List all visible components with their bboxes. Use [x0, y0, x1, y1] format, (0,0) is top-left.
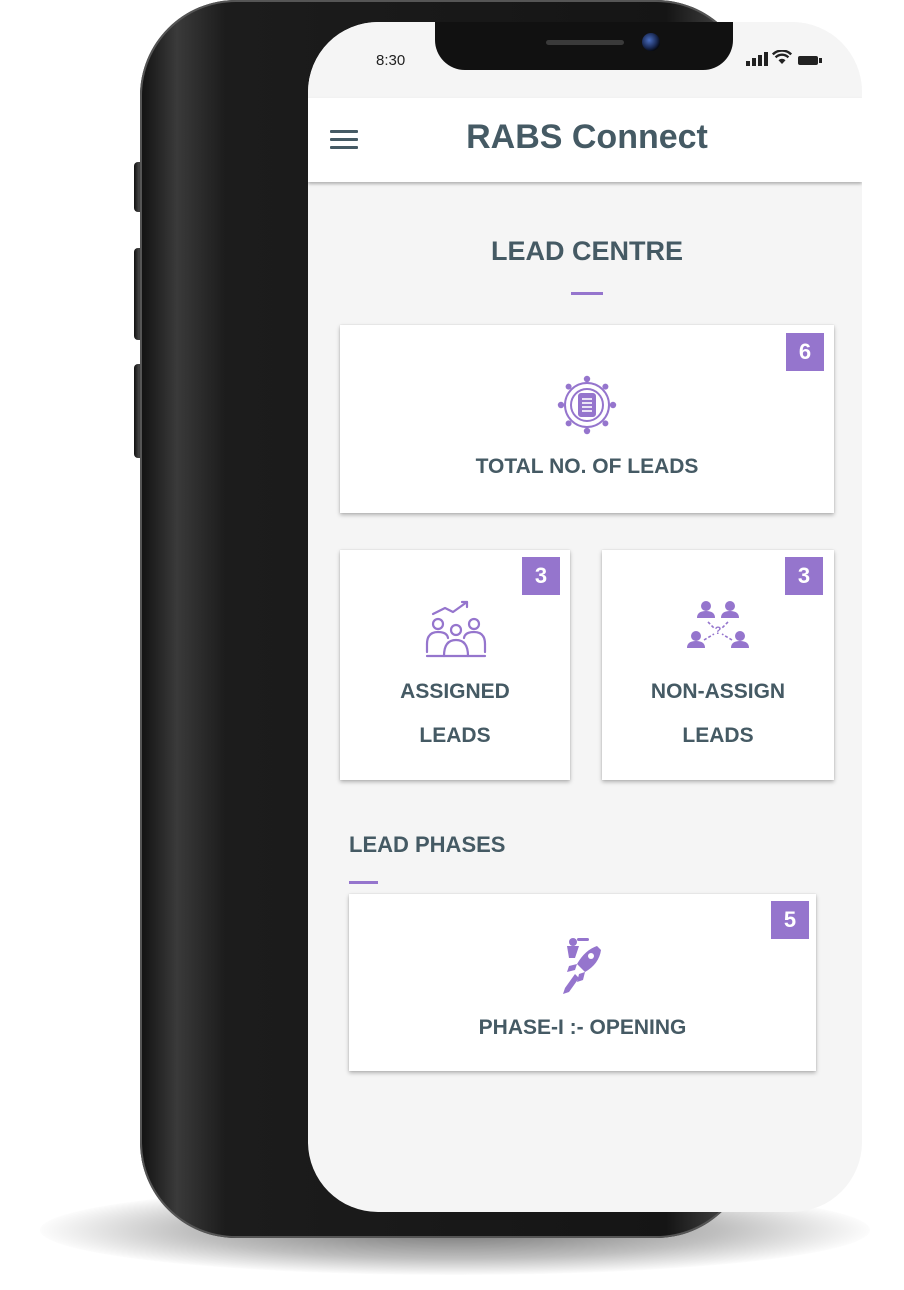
phase-count-badge: 5 — [771, 901, 809, 939]
lead-phases-title: LEAD PHASES — [349, 832, 506, 857]
app-bar: RABS Connect — [308, 98, 862, 182]
lead-centre-title: LEAD CENTRE — [490, 236, 683, 266]
non-assign-leads-count-badge: 3 — [785, 557, 823, 595]
front-camera — [642, 33, 660, 51]
assigned-leads-count-badge: 3 — [522, 557, 560, 595]
wifi-icon — [771, 49, 793, 70]
team-growth-icon — [423, 598, 489, 667]
rocket-launch-icon — [555, 936, 605, 1003]
battery-icon — [798, 56, 822, 65]
total-leads-card[interactable]: 6 TOTAL NO. OF LEADS — [340, 325, 834, 513]
assigned-leads-label-line1: ASSIGNED — [400, 680, 510, 703]
status-time: 8:30 — [376, 52, 406, 69]
status-icons — [746, 49, 828, 70]
phone-screen: 8:30 RABS Connect LEAD CENTRE 6 TOTAL NO… — [308, 22, 862, 1212]
leads-network-icon — [555, 373, 619, 442]
app-title: RABS Connect — [466, 118, 708, 156]
phases-underline — [349, 881, 378, 884]
title-underline — [571, 292, 603, 295]
assigned-leads-card[interactable]: 3 ASSIGNED LEADS — [340, 550, 570, 780]
unassigned-people-icon: ? — [686, 600, 750, 657]
notch — [435, 22, 733, 70]
status-bar: 8:30 — [308, 22, 862, 98]
non-assign-leads-label-line1: NON-ASSIGN — [650, 680, 786, 703]
svg-text:?: ? — [715, 625, 722, 637]
phase-opening-label: PHASE-I :- OPENING — [478, 1016, 687, 1039]
non-assign-leads-card[interactable]: 3 ? NON-ASSIGN LEADS — [602, 550, 834, 780]
phone-frame: 8:30 RABS Connect LEAD CENTRE 6 TOTAL NO… — [140, 0, 862, 1238]
phase-opening-card[interactable]: 5 PHASE-I :- OPENING — [349, 894, 816, 1071]
non-assign-leads-label-line2: LEADS — [682, 724, 754, 747]
assigned-leads-label-line2: LEADS — [419, 724, 491, 747]
total-leads-count-badge: 6 — [786, 333, 824, 371]
speaker-grille — [546, 40, 624, 45]
total-leads-label: TOTAL NO. OF LEADS — [475, 455, 699, 478]
signal-icon — [746, 52, 768, 66]
